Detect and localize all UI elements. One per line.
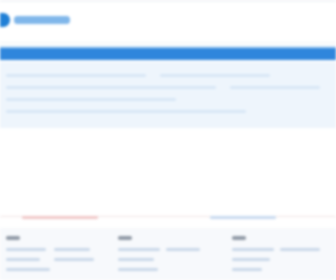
logo-wordmark [14,16,70,24]
footer-section [0,228,336,280]
banner-text-line [6,86,216,89]
footer-link-line[interactable] [166,248,200,251]
top-divider [0,0,336,2]
footer-column-heading [6,236,20,240]
top-header [0,0,336,43]
main-nav-bar[interactable] [0,48,336,60]
footer-link-line[interactable] [118,268,158,271]
banner-text-line [160,74,270,77]
page [0,0,336,280]
footer-link-line[interactable] [118,258,154,261]
banner-text-line [6,74,146,77]
footer-link-line[interactable] [6,268,50,271]
footer-link-line[interactable] [280,248,320,251]
footer-link-line[interactable] [118,248,160,251]
banner-text-line [6,98,176,101]
banner-text-line [230,86,320,89]
footer-column-heading [232,236,246,240]
footer-link-line[interactable] [232,248,274,251]
brand-logo-icon [0,13,10,27]
footer-column-heading [118,236,132,240]
footer-link-line[interactable] [6,248,46,251]
footer-link-line[interactable] [232,258,270,261]
banner-text-line [6,110,246,113]
footer-link-line[interactable] [54,248,90,251]
footer-link[interactable] [210,216,276,219]
footer-link-line[interactable] [232,268,262,271]
footer-link[interactable] [22,216,98,219]
main-content-empty [0,128,336,216]
site-logo[interactable] [0,13,70,27]
content-banner [0,62,336,128]
footer-link-line[interactable] [54,258,94,261]
footer-link-line[interactable] [6,258,40,261]
